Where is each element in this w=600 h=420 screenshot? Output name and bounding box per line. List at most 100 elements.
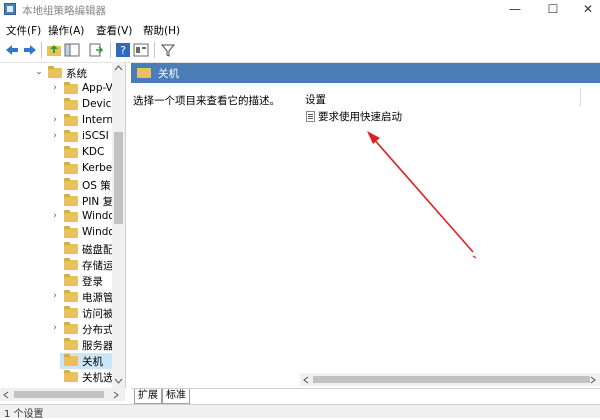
folder-icon [64,114,78,126]
settings-list-pane [292,83,592,373]
toolbar-separator [41,42,42,58]
folder-icon [64,306,78,318]
show-hide-tree-icon[interactable] [64,42,80,58]
help-icon[interactable]: ? [115,42,131,58]
navigation-tree: ⌄ 系统 › App-V Device › Intern › iSCSI KDC… [0,62,126,388]
tree-item[interactable]: › App-V [0,81,112,97]
status-bar [0,404,600,418]
details-header [131,63,600,83]
column-header-setting[interactable]: 设置 [305,92,326,107]
back-arrow-icon[interactable] [4,42,20,58]
scroll-up-arrow-icon[interactable] [114,65,123,71]
properties-icon[interactable] [133,42,149,58]
tree-item[interactable]: 登录 [0,273,112,289]
menu-file[interactable]: 文件(F) [6,23,41,38]
description-text: 选择一个项目来查看它的描述。 [133,95,280,107]
tree-item[interactable]: OS 策 [0,177,112,193]
tree-item-system[interactable]: ⌄ 系统 [0,65,112,81]
scroll-right-arrow-icon[interactable] [590,376,596,384]
tree-item-label: 关机选 [82,372,112,384]
svg-text:?: ? [120,44,126,57]
tree-item-label: 访问被 [82,308,112,320]
folder-icon [64,370,78,382]
folder-icon [64,258,78,270]
app-icon [4,3,16,15]
tree-item[interactable]: 关机选 [0,369,112,385]
menu-view[interactable]: 查看(V) [96,23,132,38]
export-list-icon[interactable] [88,42,104,58]
folder-icon [64,178,78,190]
folder-icon [64,242,78,254]
tree-item[interactable]: 磁盘配 [0,241,112,257]
tree-item-label: iSCSI [82,130,109,142]
policy-setting-require-fast-startup[interactable]: 要求使用快速启动 [318,109,402,124]
tree-item-label: Windo [82,226,112,238]
collapse-icon[interactable]: ⌄ [34,67,44,77]
folder-icon [64,210,78,222]
folder-up-icon[interactable] [46,42,62,58]
tree-item[interactable]: 访问被 [0,305,112,321]
folder-icon [64,162,78,174]
expand-icon[interactable]: › [50,323,60,333]
status-text: 1 个设置 [4,409,44,420]
tree-item-label: 服务器 [82,340,112,352]
close-button[interactable]: ✕ [565,0,600,20]
tree-item[interactable]: › Intern [0,113,112,129]
tree-item-label: 存储运 [82,260,112,272]
tree-item[interactable]: Windo [0,225,112,241]
expand-icon[interactable]: › [50,83,60,93]
toolbar-separator [110,42,111,58]
tree-scroll-thumb[interactable] [114,132,123,224]
tab-standard[interactable]: 标准 [162,389,190,404]
column-divider[interactable] [580,88,581,106]
details-vertical-scrollbar[interactable] [589,83,600,373]
scroll-down-arrow-icon[interactable] [114,378,123,384]
tree-item-label: PIN 复 [82,196,112,208]
tree-item[interactable]: › 分布式 [0,321,112,337]
tree-item-label: 磁盘配 [82,244,112,256]
tree-item[interactable]: 服务器 [0,337,112,353]
tree-item-label: 系统 [66,68,87,80]
tree-item-label: 登录 [82,276,103,288]
menu-help[interactable]: 帮助(H) [143,23,180,38]
policy-setting-icon [306,111,315,122]
view-tabs-bar [131,388,600,405]
tree-item[interactable]: › Windo [0,209,112,225]
tree-item[interactable]: PIN 复 [0,193,112,209]
expand-icon[interactable]: › [50,115,60,125]
expand-icon[interactable]: › [50,131,60,141]
folder-icon [64,146,78,158]
tree-item-label: 关机 [82,356,103,368]
folder-icon [64,274,78,286]
tree-item-label: 分布式 [82,324,112,336]
details-hscroll-thumb[interactable] [313,376,590,383]
tree-item[interactable]: Kerbe [0,161,112,177]
tree-item[interactable]: Device [0,97,112,113]
forward-arrow-icon[interactable] [22,42,38,58]
tree-item[interactable]: 存储运 [0,257,112,273]
folder-icon [48,66,62,78]
folder-icon [64,98,78,110]
tree-item[interactable]: › 电源管 [0,289,112,305]
tab-extended[interactable]: 扩展 [134,389,162,404]
scroll-left-arrow-icon[interactable] [303,376,309,384]
tree-item-label: Intern [82,114,112,126]
details-title: 关机 [158,68,179,80]
scroll-right-arrow-icon[interactable] [113,391,119,399]
filter-icon[interactable] [160,42,176,58]
tree-hscroll-thumb[interactable] [14,391,104,398]
expand-icon[interactable]: › [50,211,60,221]
scroll-left-arrow-icon[interactable] [3,391,9,399]
tree-vertical-scrollbar[interactable] [112,62,125,388]
folder-icon [64,354,78,366]
menu-action[interactable]: 操作(A) [48,23,84,38]
tree-item[interactable]: › iSCSI [0,129,112,145]
tree-item-label: Windo [82,210,112,222]
tree-item-shutdown[interactable]: 关机 [60,353,112,369]
folder-icon [64,130,78,142]
tree-item-label: Device [82,98,112,110]
expand-icon[interactable]: › [50,291,60,301]
folder-icon [64,82,78,94]
tree-item[interactable]: KDC [0,145,112,161]
toolbar-separator [154,42,155,58]
